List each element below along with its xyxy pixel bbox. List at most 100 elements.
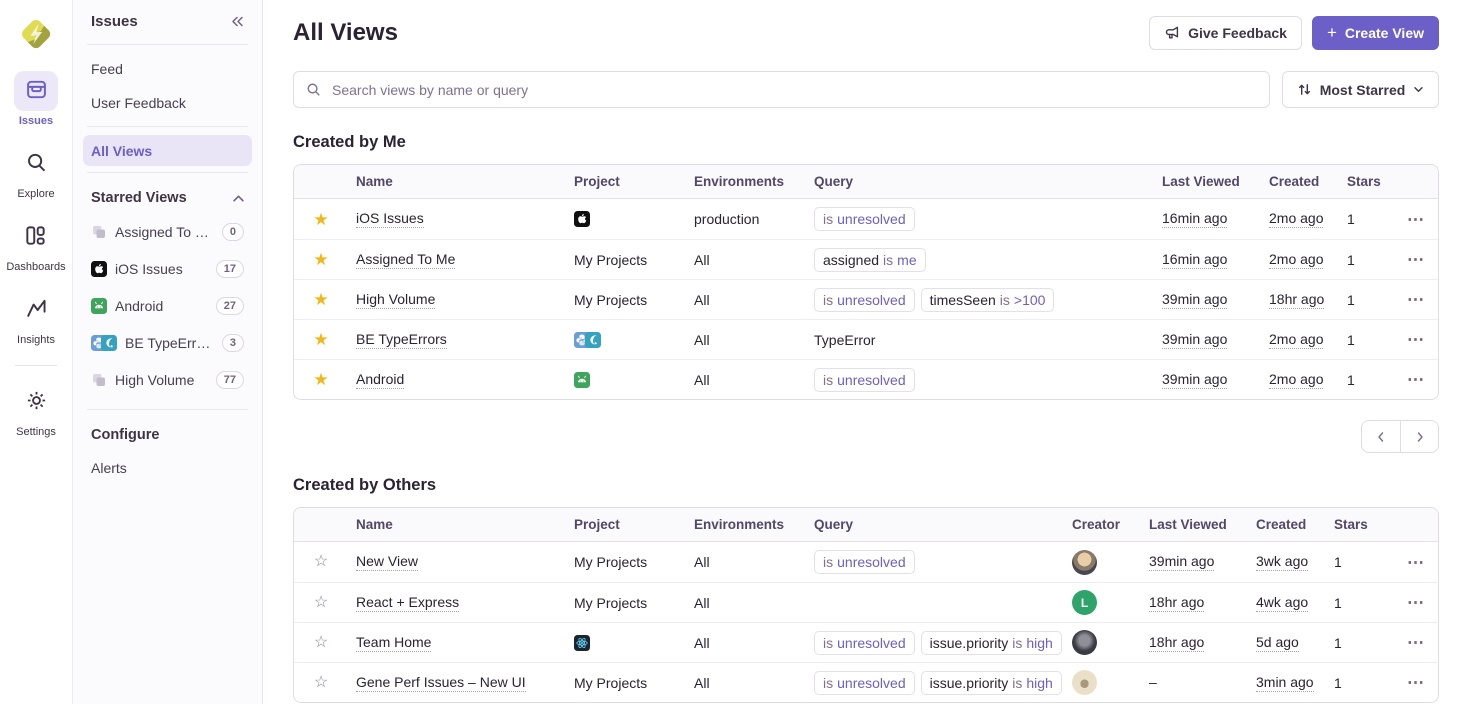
sidebar-divider	[87, 126, 248, 127]
insights-icon	[25, 297, 48, 320]
column-header-name: Name	[348, 517, 566, 532]
previous-page-button[interactable]	[1362, 421, 1400, 452]
view-name-link[interactable]: Gene Perf Issues – New UI	[356, 674, 526, 692]
star-toggle[interactable]: ★	[313, 371, 328, 388]
creator-cell	[1064, 550, 1141, 575]
row-menu-button[interactable]: ⋯	[1407, 291, 1425, 308]
sort-dropdown[interactable]: Most Starred	[1282, 71, 1439, 108]
collapse-sidebar-icon[interactable]	[230, 15, 244, 28]
project-cell: My Projects	[566, 595, 686, 611]
table-row: ★Assigned To MeMy ProjectsAllassignedism…	[294, 239, 1438, 279]
column-header-environments: Environments	[686, 174, 806, 189]
column-header-last-viewed: Last Viewed	[1141, 517, 1248, 532]
environments-cell: All	[686, 372, 806, 388]
star-toggle[interactable]: ☆	[314, 635, 328, 651]
query-cell: isunresolved	[806, 550, 1064, 574]
row-menu-button[interactable]: ⋯	[1407, 594, 1425, 611]
create-view-button[interactable]: + Create View	[1312, 16, 1439, 50]
star-toggle[interactable]: ☆	[314, 595, 328, 611]
sidebar-item-all-views[interactable]: All Views	[83, 135, 252, 166]
starred-views-section-header[interactable]: Starred Views	[83, 181, 252, 215]
search-views-box	[293, 71, 1270, 108]
star-toggle[interactable]: ★	[313, 251, 328, 268]
environments-cell: All	[686, 332, 806, 348]
last-viewed-value: 18hr ago	[1149, 634, 1204, 652]
sidebar-item-android[interactable]: Android 27	[83, 289, 252, 323]
environments-cell: All	[686, 675, 806, 691]
project-cell	[566, 211, 686, 227]
view-name-link[interactable]: iOS Issues	[356, 210, 424, 228]
next-page-button[interactable]	[1400, 421, 1438, 452]
megaphone-icon	[1164, 25, 1180, 41]
stars-count: 1	[1339, 332, 1394, 348]
react-icon	[574, 635, 590, 651]
star-toggle[interactable]: ★	[313, 211, 328, 228]
query-cell: isunresolved	[806, 368, 1154, 392]
environments-cell: All	[686, 595, 806, 611]
sidebar-item-be-typeerrors[interactable]: BE TypeErrors 3	[83, 326, 252, 360]
view-name-link[interactable]: High Volume	[356, 291, 435, 309]
view-name-link[interactable]: Team Home	[356, 634, 431, 652]
star-toggle[interactable]: ★	[313, 291, 328, 308]
project-cell: My Projects	[566, 675, 686, 691]
project-cell: My Projects	[566, 554, 686, 570]
view-name-link[interactable]: BE TypeErrors	[356, 331, 447, 349]
query-token: issue.priorityishigh	[921, 631, 1062, 655]
table-row: ☆ Gene Perf Issues – New UI My ProjectsAll…	[294, 662, 1438, 702]
sidebar-item-high-volume[interactable]: High Volume 77	[83, 363, 252, 397]
view-name-link[interactable]: Assigned To Me	[356, 251, 455, 269]
query-cell: isunresolvedtimesSeenis>100	[806, 288, 1154, 312]
rail-item-issues[interactable]: Issues	[14, 71, 58, 127]
rail-item-explore[interactable]: Explore	[14, 144, 58, 200]
issue-count-badge: 17	[216, 260, 244, 278]
apple-icon	[574, 211, 590, 227]
column-header-project: Project	[566, 174, 686, 189]
row-menu-button[interactable]: ⋯	[1407, 554, 1425, 571]
rail-item-dashboards[interactable]: Dashboards	[6, 217, 65, 273]
view-name-link[interactable]: Android	[356, 371, 404, 389]
last-viewed-value: 39min ago	[1162, 291, 1227, 309]
give-feedback-button[interactable]: Give Feedback	[1149, 16, 1302, 50]
row-menu-button[interactable]: ⋯	[1407, 674, 1425, 691]
sidebar-item-assigned-to-me[interactable]: Assigned To Me 0	[83, 215, 252, 249]
star-toggle[interactable]: ☆	[314, 554, 328, 570]
issue-count-badge: 0	[222, 223, 244, 241]
rail-label: Insights	[17, 334, 55, 346]
rail-label: Dashboards	[6, 261, 65, 273]
query-token: isunresolved	[814, 288, 915, 312]
star-toggle[interactable]: ★	[313, 331, 328, 348]
search-icon	[306, 82, 321, 97]
sidebar-divider	[87, 409, 248, 410]
view-name-link[interactable]: React + Express	[356, 594, 459, 612]
rail-item-settings[interactable]: Settings	[14, 382, 58, 438]
sidebar-item-feed[interactable]: Feed	[83, 53, 252, 84]
row-menu-button[interactable]: ⋯	[1407, 371, 1425, 388]
android-icon	[574, 372, 590, 388]
row-menu-button[interactable]: ⋯	[1407, 251, 1425, 268]
environments-cell: All	[686, 292, 806, 308]
query-token: isunresolved	[814, 550, 915, 574]
query-token: isunresolved	[814, 207, 915, 231]
created-by-others-heading: Created by Others	[293, 476, 1439, 495]
last-viewed-value: 39min ago	[1162, 371, 1227, 389]
sidebar-item-alerts[interactable]: Alerts	[83, 452, 252, 483]
query-token: isunresolved	[814, 671, 915, 695]
view-name-link[interactable]: New View	[356, 553, 418, 571]
star-toggle[interactable]: ☆	[314, 675, 328, 691]
project-cell	[566, 635, 686, 651]
project-cell: My Projects	[566, 252, 686, 268]
sentry-logo[interactable]	[13, 11, 59, 57]
row-menu-button[interactable]: ⋯	[1407, 331, 1425, 348]
search-views-input[interactable]	[330, 81, 1257, 99]
sidebar-item-ios-issues[interactable]: iOS Issues 17	[83, 252, 252, 286]
stars-count: 1	[1339, 292, 1394, 308]
rail-item-insights[interactable]: Insights	[14, 290, 58, 346]
query-token: isunresolved	[814, 368, 915, 392]
stars-count: 1	[1339, 372, 1394, 388]
row-menu-button[interactable]: ⋯	[1407, 634, 1425, 651]
row-menu-button[interactable]: ⋯	[1407, 211, 1425, 228]
sidebar-item-user-feedback[interactable]: User Feedback	[83, 87, 252, 118]
snake-icon	[101, 335, 117, 351]
stars-count: 1	[1326, 675, 1394, 691]
column-header-project: Project	[566, 517, 686, 532]
